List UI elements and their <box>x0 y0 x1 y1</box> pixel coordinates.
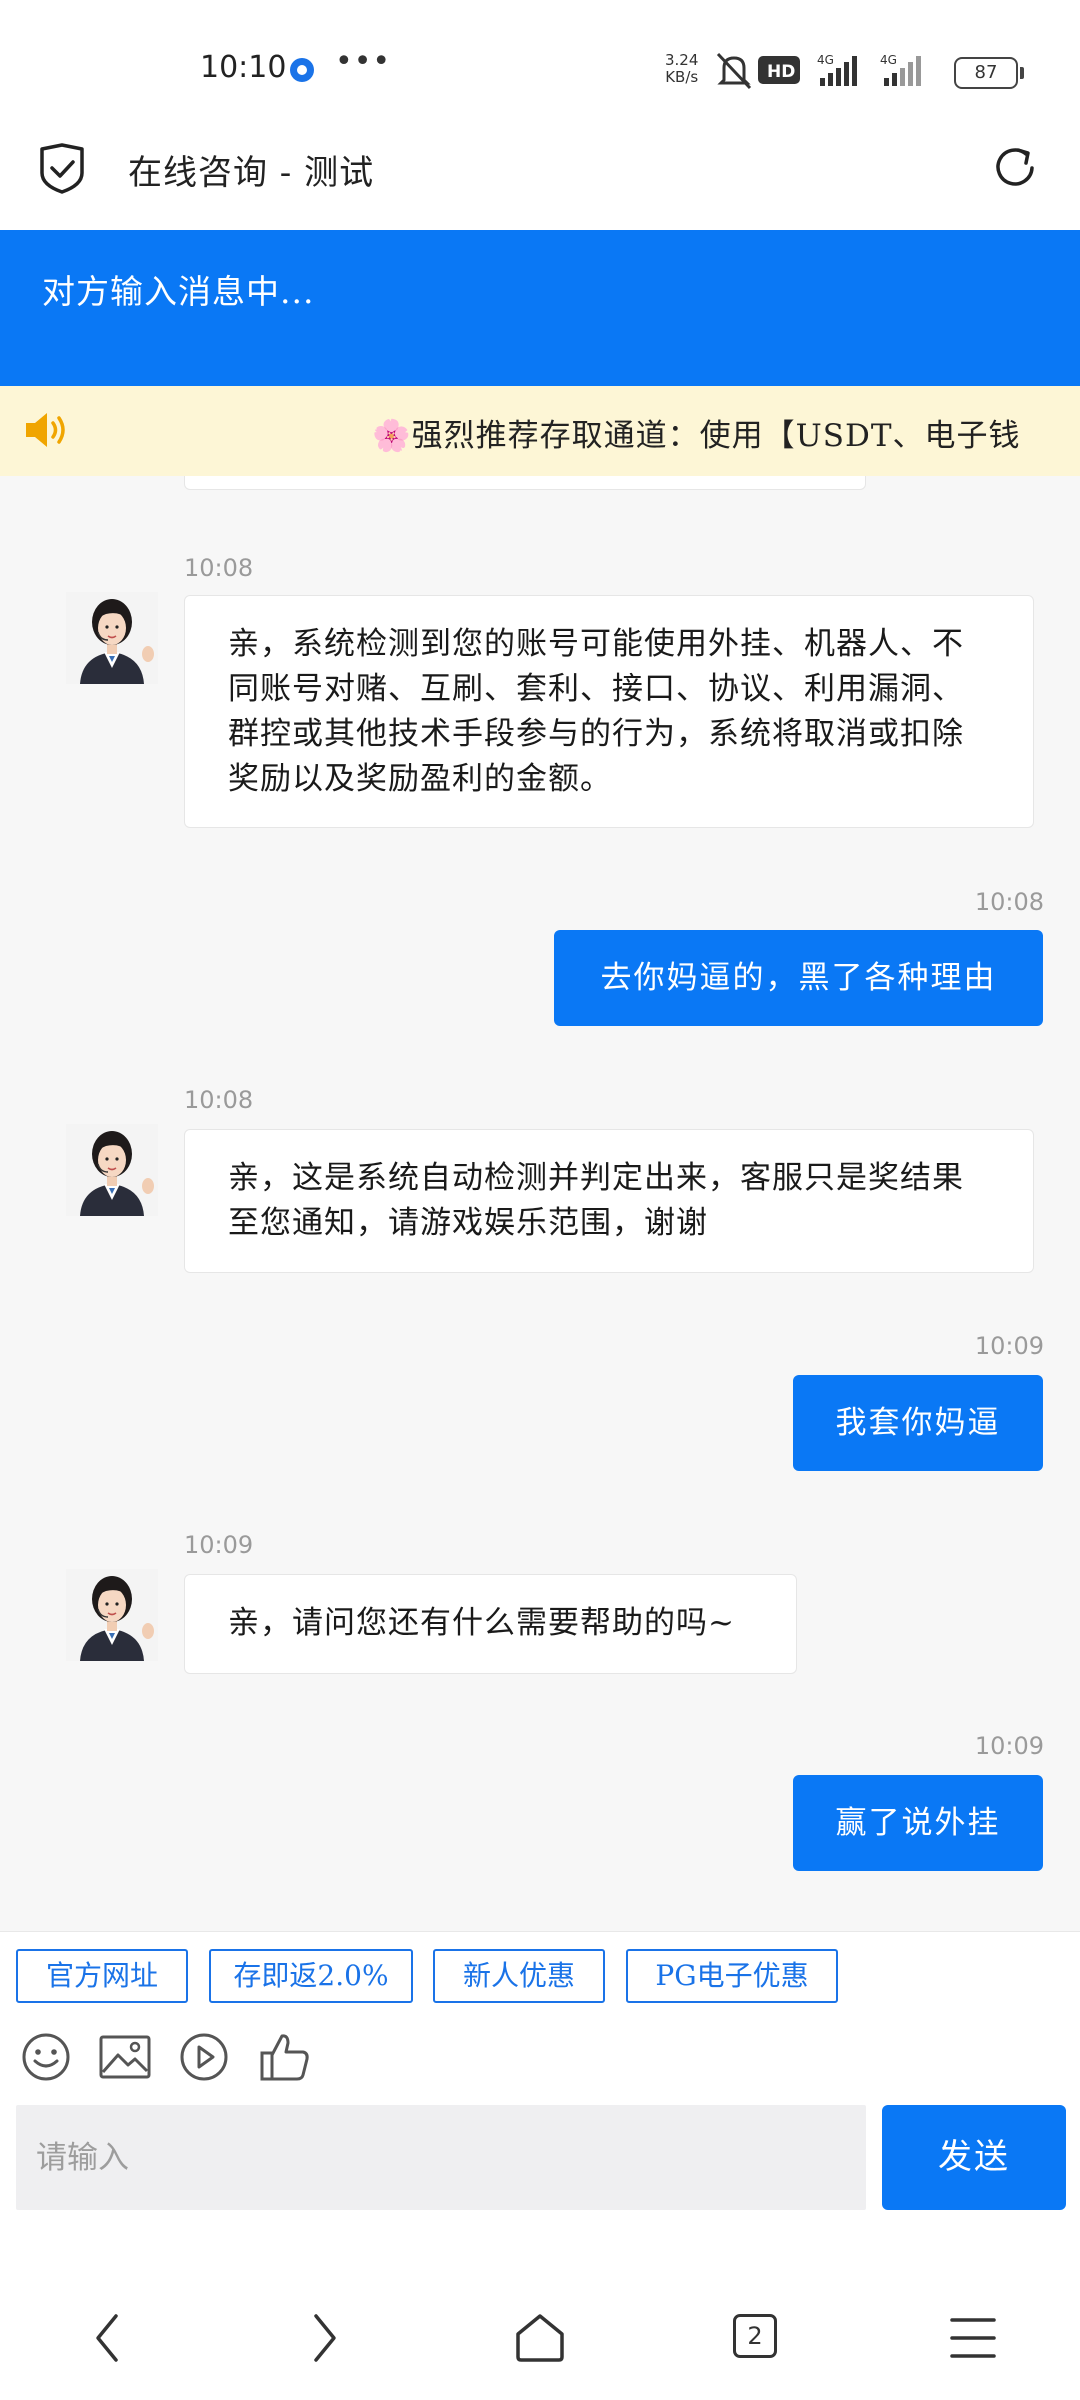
status-time: 10:10 <box>200 50 287 85</box>
network-speed-unit: KB/s <box>665 68 699 86</box>
network-speed-value: 3.24 <box>665 51 699 69</box>
tools-row <box>0 2011 1080 2101</box>
forward-icon[interactable] <box>304 2310 344 2366</box>
image-icon[interactable] <box>98 2034 152 2080</box>
previous-message-bubble <box>184 476 866 490</box>
tabs-button[interactable]: 2 <box>733 2314 777 2358</box>
hd-icon: HD <box>758 56 800 84</box>
home-icon[interactable] <box>513 2312 567 2364</box>
network-speed: 3.24 KB/s <box>665 52 698 86</box>
app-notification-icon <box>290 58 314 82</box>
menu-icon[interactable] <box>948 2314 998 2362</box>
message-timestamp: 10:08 <box>184 554 254 582</box>
mute-bell-icon <box>716 52 752 90</box>
hd-label: HD <box>767 62 795 82</box>
quick-action-deposit-rebate[interactable]: 存即返2.0% <box>209 1949 413 2003</box>
signal-icon-1: 4G <box>817 53 857 86</box>
speaker-icon <box>26 413 65 447</box>
send-button[interactable]: 发送 <box>882 2105 1066 2210</box>
agent-message-bubble: 亲，系统检测到您的账号可能使用外挂、机器人、不同账号对赌、互刷、套利、接口、协议… <box>184 595 1034 828</box>
chat-area[interactable]: 10:08 亲，系统检测到您的账号可能使用外挂、机器人、不同账号对赌、互刷、套利… <box>0 476 1080 1931</box>
message-timestamp: 10:09 <box>974 1732 1044 1760</box>
status-icons: HD 4G 4G <box>716 52 921 90</box>
notice-text: 🌸强烈推荐存取通道：使用【USDT、电子钱 <box>372 418 1021 454</box>
more-notifications-icon: ••• <box>335 44 392 79</box>
network-type-2: 4G <box>880 53 897 67</box>
agent-message-bubble: 亲，这是系统自动检测并判定出来，客服只是奖结果至您通知，请游戏娱乐范围，谢谢 <box>184 1129 1034 1273</box>
signal-icon-2: 4G <box>880 53 921 86</box>
quick-action-pg-offer[interactable]: PG电子优惠 <box>626 1949 838 2003</box>
quick-action-new-user-offer[interactable]: 新人优惠 <box>433 1949 605 2003</box>
agent-avatar <box>66 1124 158 1216</box>
shield-icon <box>40 143 84 194</box>
agent-avatar <box>66 592 158 684</box>
video-icon[interactable] <box>178 2031 230 2083</box>
thumbs-up-icon[interactable] <box>258 2030 312 2084</box>
back-icon[interactable] <box>88 2310 128 2366</box>
network-type-1: 4G <box>817 53 834 67</box>
agent-message-bubble: 亲，请问您还有什么需要帮助的吗~ <box>184 1574 797 1674</box>
agent-avatar <box>66 1569 158 1661</box>
message-timestamp: 10:08 <box>184 1086 254 1114</box>
quick-action-official-site[interactable]: 官方网址 <box>16 1949 188 2003</box>
message-input[interactable] <box>16 2105 866 2210</box>
message-timestamp: 10:09 <box>184 1531 254 1559</box>
message-timestamp: 10:08 <box>974 888 1044 916</box>
page-title: 在线咨询 - 测试 <box>128 153 375 193</box>
user-message-bubble: 我套你妈逼 <box>793 1375 1043 1471</box>
message-timestamp: 10:09 <box>974 1332 1044 1360</box>
user-message-bubble: 去你妈逼的，黑了各种理由 <box>554 930 1043 1026</box>
typing-indicator: 对方输入消息中... <box>42 272 315 311</box>
refresh-icon[interactable] <box>990 142 1040 192</box>
emoji-icon[interactable] <box>20 2031 72 2083</box>
user-message-bubble: 赢了说外挂 <box>793 1775 1043 1871</box>
battery-icon: 87 <box>954 57 1024 89</box>
